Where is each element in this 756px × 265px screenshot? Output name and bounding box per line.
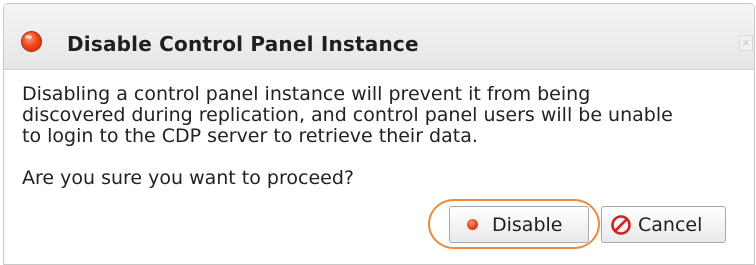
red-dot-icon — [467, 219, 478, 230]
confirmation-question: Are you sure you want to proceed? — [22, 167, 354, 189]
cancel-button-label: Cancel — [638, 213, 703, 236]
disable-button[interactable]: Disable — [449, 206, 589, 243]
disable-button-label: Disable — [492, 213, 563, 236]
red-circle-icon — [21, 31, 42, 52]
dialog-body: Disabling a control panel instance will … — [22, 83, 754, 147]
dialog-titlebar: Disable Control Panel Instance × — [4, 4, 754, 70]
close-button[interactable]: × — [739, 35, 753, 51]
dialog-message: Disabling a control panel instance will … — [22, 83, 673, 147]
dialog-title: Disable Control Panel Instance — [67, 32, 419, 56]
no-entry-icon — [611, 214, 631, 235]
cancel-button[interactable]: Cancel — [601, 206, 726, 243]
disable-instance-dialog: Disable Control Panel Instance × Disabli… — [3, 3, 755, 265]
